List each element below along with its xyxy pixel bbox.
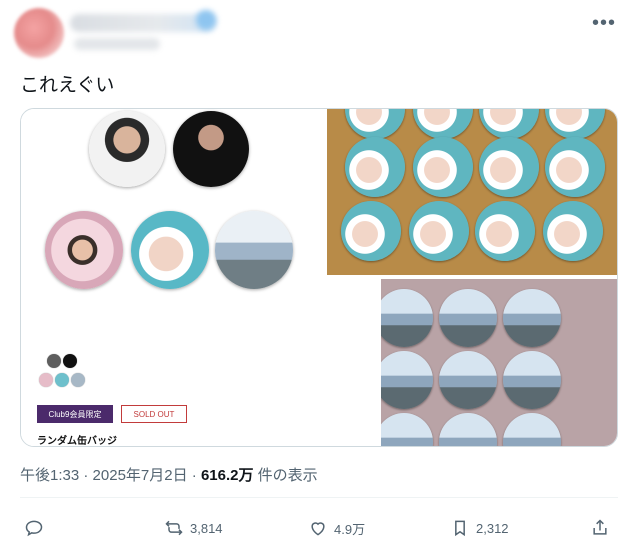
photo-badge	[479, 109, 539, 139]
badge-image	[131, 211, 209, 289]
thumbnail-dot	[39, 373, 53, 387]
thumbnail-dot	[47, 354, 61, 368]
meta-separator: ·	[191, 467, 197, 484]
photo-badge	[503, 413, 561, 446]
like-count: 4.9万	[334, 521, 366, 537]
views-label: 件の表示	[257, 467, 318, 484]
retweet-icon	[165, 520, 183, 536]
heart-icon	[311, 522, 325, 536]
photo-badge	[543, 201, 603, 261]
photo-badge	[479, 137, 539, 197]
like-button[interactable]: 4.9万	[308, 518, 365, 538]
action-bar: 3,814 4.9万 2,312	[0, 512, 640, 544]
photo-badge	[381, 289, 433, 347]
media-card[interactable]: Club9会員限定 SOLD OUT ランダム缶バッジ	[20, 108, 618, 447]
avatar[interactable]	[14, 8, 64, 58]
share-icon	[593, 519, 607, 535]
retweet-count: 3,814	[190, 520, 223, 536]
share-button[interactable]	[590, 518, 610, 538]
tweet-date[interactable]: 2025年7月2日	[93, 467, 188, 484]
media-right-top-photo[interactable]	[327, 109, 617, 275]
thumbnail-dot	[71, 373, 85, 387]
tweet-time[interactable]: 午後1:33	[20, 467, 79, 484]
blurred-verified-badge	[196, 10, 216, 30]
badge-image	[173, 111, 249, 187]
photo-badge	[503, 289, 561, 347]
blurred-display-name[interactable]	[70, 14, 216, 32]
thumbnail-dot	[55, 373, 69, 387]
views-count: 616.2万	[200, 467, 254, 484]
retweet-button[interactable]: 3,814	[164, 518, 223, 538]
bookmark-button[interactable]: 2,312	[450, 518, 509, 538]
badge-image	[45, 211, 123, 289]
photo-badge	[439, 413, 497, 446]
photo-badge	[341, 201, 401, 261]
photo-badge	[381, 413, 433, 446]
photo-badge	[413, 109, 473, 139]
bookmark-count: 2,312	[476, 520, 509, 536]
photo-badge	[345, 137, 405, 197]
photo-badge	[475, 201, 535, 261]
photo-badge	[545, 109, 605, 139]
meta-separator: ·	[83, 467, 89, 484]
more-options-icon[interactable]: •••	[592, 12, 616, 35]
photo-badge	[345, 109, 405, 139]
media-right-bottom-photo[interactable]	[381, 279, 617, 446]
photo-badge	[381, 351, 433, 409]
badge-image	[215, 211, 293, 289]
tweet-meta: 午後1:33 · 2025年7月2日 · 616.2万 件の表示	[20, 464, 318, 485]
sold-out-button[interactable]: SOLD OUT	[121, 405, 187, 423]
badge-image	[89, 111, 165, 187]
blurred-handle[interactable]	[74, 38, 160, 50]
tweet-text: これえぐい	[20, 75, 115, 96]
product-name: ランダム缶バッジ	[37, 436, 117, 447]
photo-badge	[439, 289, 497, 347]
photo-badge	[439, 351, 497, 409]
reply-icon	[25, 520, 43, 537]
media-left-panel[interactable]: Club9会員限定 SOLD OUT ランダム缶バッジ	[21, 109, 325, 446]
reply-button[interactable]	[24, 518, 44, 538]
photo-badge	[503, 351, 561, 409]
photo-badge	[413, 137, 473, 197]
divider	[20, 497, 618, 498]
bookmark-icon	[455, 520, 465, 537]
photo-badge	[545, 137, 605, 197]
club-members-button[interactable]: Club9会員限定	[37, 405, 113, 423]
thumbnail-dot	[63, 354, 77, 368]
photo-badge	[409, 201, 469, 261]
